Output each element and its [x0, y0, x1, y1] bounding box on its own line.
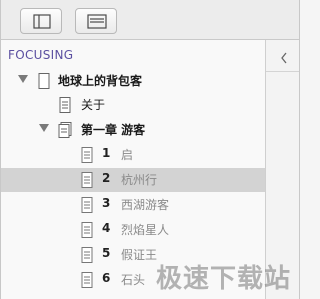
- document-icon: [81, 172, 93, 188]
- document-icon: [81, 272, 93, 288]
- tree-item-section[interactable]: 1 启: [1, 143, 265, 167]
- list-view-button[interactable]: [75, 8, 117, 34]
- app-window: FOCUSING 地球上的背包客 关于 第一章 游客 1 启 2 杭州行 3 西…: [0, 0, 300, 299]
- section-number: 1: [102, 146, 111, 160]
- tree-item-label: 地球上的背包客: [58, 74, 143, 88]
- tree-item-chapter[interactable]: 第一章 游客: [1, 118, 265, 142]
- section-number: 5: [102, 246, 111, 260]
- toolbar: [1, 0, 299, 40]
- chevron-left-icon: [280, 52, 287, 63]
- tree-item-label: 第一章 游客: [81, 123, 146, 137]
- sidebar-toggle-icon: [33, 14, 51, 29]
- tree-item-about[interactable]: 关于: [1, 93, 265, 117]
- sidebar-toggle-button[interactable]: [20, 8, 62, 34]
- section-title: 假证王: [121, 248, 158, 262]
- section-title: 杭州行: [121, 173, 158, 187]
- section-title: 启: [121, 148, 134, 162]
- tree-item-book[interactable]: 地球上的背包客: [1, 69, 265, 93]
- document-icon: [38, 73, 50, 89]
- collapse-sidebar-button[interactable]: [266, 44, 299, 72]
- section-title: FOCUSING: [8, 48, 74, 62]
- folder-document-icon: [58, 122, 72, 138]
- disclosure-triangle-icon[interactable]: [18, 75, 28, 83]
- document-icon: [81, 222, 93, 238]
- section-title: 西湖游客: [121, 198, 170, 212]
- section-number: 3: [102, 196, 111, 210]
- tree-item-section[interactable]: 3 西湖游客: [1, 193, 265, 217]
- section-title: 石头: [121, 273, 146, 287]
- watermark: 极速下载站: [155, 264, 291, 294]
- list-view-icon: [87, 14, 107, 29]
- document-icon: [81, 197, 93, 213]
- tree-item-section[interactable]: 4 烈焰星人: [1, 218, 265, 242]
- section-number: 4: [102, 221, 111, 235]
- document-icon: [81, 147, 93, 163]
- document-icon: [59, 97, 71, 113]
- disclosure-triangle-icon[interactable]: [39, 124, 49, 132]
- document-icon: [81, 247, 93, 263]
- section-number: 2: [102, 171, 111, 185]
- tree-item-section-selected[interactable]: 2 杭州行: [1, 168, 265, 192]
- tree-item-label: 关于: [81, 98, 106, 112]
- section-title: 烈焰星人: [121, 223, 170, 237]
- section-number: 6: [102, 271, 111, 285]
